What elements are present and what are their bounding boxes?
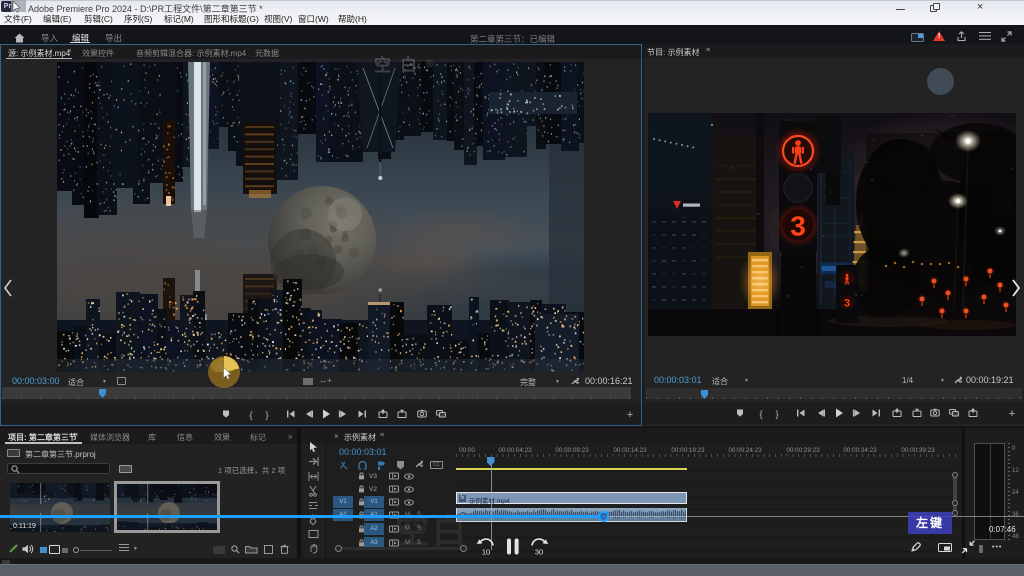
svg-text:+: + — [1009, 408, 1015, 420]
svg-text:{: { — [759, 409, 762, 419]
svg-text:3: 3 — [844, 298, 850, 310]
svg-text:30: 30 — [535, 548, 543, 557]
svg-text:10: 10 — [482, 548, 490, 557]
svg-text:+: + — [627, 409, 633, 421]
svg-text:}: } — [265, 410, 268, 420]
svg-text:{: { — [249, 410, 252, 420]
svg-text:3: 3 — [790, 211, 806, 242]
svg-text:}: } — [775, 409, 778, 419]
